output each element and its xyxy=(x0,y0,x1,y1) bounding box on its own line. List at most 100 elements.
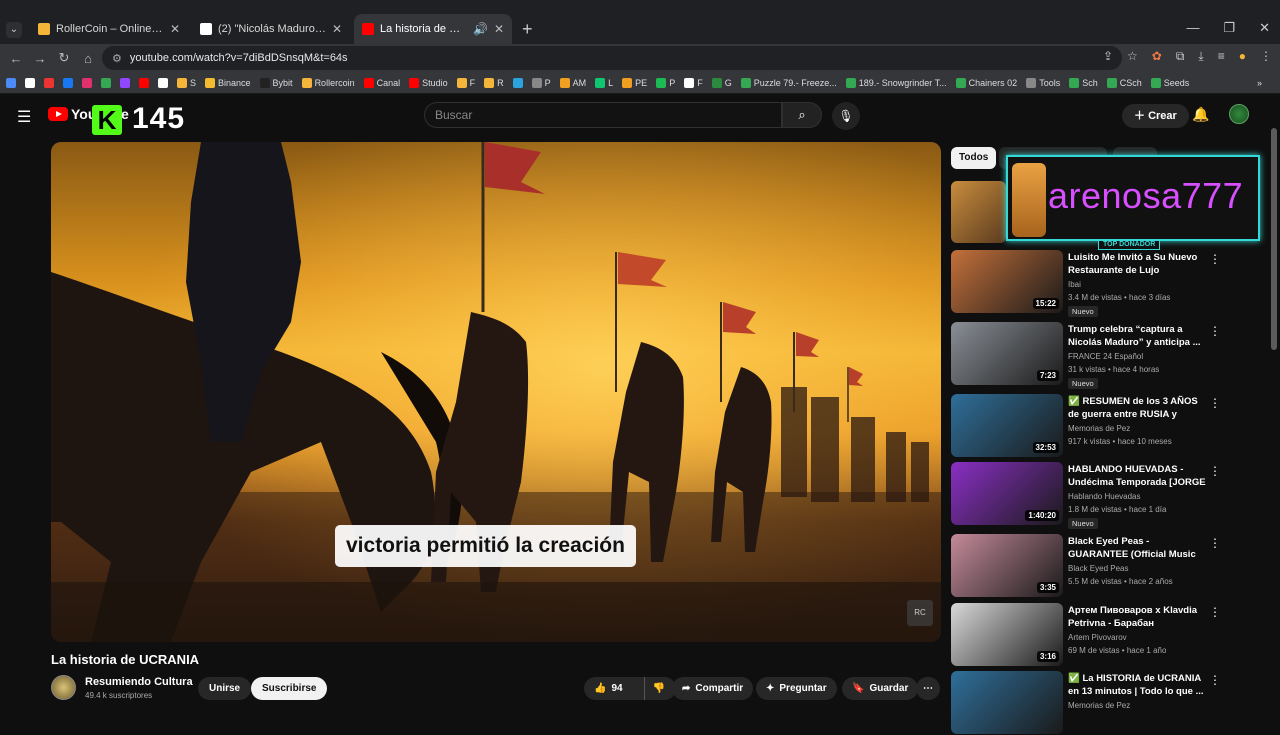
download-icon[interactable]: ⤓ xyxy=(1198,49,1203,64)
recommendation-thumbnail[interactable]: 7:23 xyxy=(951,322,1063,385)
recommendation-channel[interactable]: FRANCE 24 Español xyxy=(1068,352,1143,361)
channel-name[interactable]: Resumiendo Cultura xyxy=(85,676,193,688)
create-button[interactable]: ＋ Crear xyxy=(1122,104,1189,128)
tab-search-icon[interactable]: ⌄ xyxy=(6,22,22,38)
recommendation-thumbnail[interactable] xyxy=(951,671,1063,734)
ask-button[interactable]: ✦ Preguntar xyxy=(756,677,837,700)
recommendation-channel[interactable]: Black Eyed Peas xyxy=(1068,564,1128,573)
chip-all[interactable]: Todos xyxy=(951,147,997,169)
bookmark-item[interactable]: CSch xyxy=(1106,77,1142,88)
recommendation-thumbnail[interactable]: 32:53 xyxy=(951,394,1063,457)
more-options-icon[interactable]: ⋮ xyxy=(1209,464,1221,478)
search-input[interactable]: Buscar xyxy=(424,102,782,128)
bookmark-star-icon[interactable]: ☆ xyxy=(1127,49,1138,64)
recommendation-item[interactable]: 7:23 Trump celebra “captura a Nicolás Mad… xyxy=(951,322,1271,389)
bookmark-item[interactable] xyxy=(44,77,54,88)
recommendation-title[interactable]: Black Eyed Peas - GUARANTEE (Official Mu… xyxy=(1068,535,1206,561)
home-icon[interactable]: ⌂ xyxy=(76,51,100,66)
recommendation-title[interactable]: Артем Пивоваров x Klavdia Petrivna - Бар… xyxy=(1068,604,1206,630)
recommendation-thumbnail[interactable]: 1:40:20 xyxy=(951,462,1063,525)
tab-x-search[interactable]: (2) "Nicolás Maduro" - Search / ✕ xyxy=(192,14,350,44)
more-actions-button[interactable]: ⋯ xyxy=(916,677,940,700)
recommendation-thumbnail[interactable]: 3:35 xyxy=(951,534,1063,597)
more-options-icon[interactable]: ⋮ xyxy=(1209,605,1221,619)
new-tab-button[interactable]: + xyxy=(522,14,533,44)
recommendation-thumbnail[interactable]: 15:22 xyxy=(951,250,1063,313)
recommendation-channel[interactable]: Memorias de Pez xyxy=(1068,701,1130,710)
bookmark-item[interactable]: P xyxy=(531,77,551,88)
bookmarks-overflow-icon[interactable]: » xyxy=(1257,78,1262,88)
recommendation-channel[interactable]: Ibai xyxy=(1068,280,1081,289)
profile-icon[interactable]: ● xyxy=(1239,49,1246,64)
recommendation-channel[interactable]: Artem Pivovarov xyxy=(1068,633,1127,642)
bookmark-item[interactable] xyxy=(101,77,111,88)
tab-rollercoin[interactable]: RollerCoin – Online Bitcoin Min ✕ xyxy=(30,14,188,44)
bookmark-item[interactable] xyxy=(139,77,149,88)
puzzle-icon[interactable]: ⧉ xyxy=(1176,49,1185,64)
more-options-icon[interactable]: ⋮ xyxy=(1209,673,1221,687)
bookmark-item[interactable] xyxy=(158,77,168,88)
site-info-icon[interactable]: ⚙ xyxy=(112,52,122,65)
recommendation-item[interactable]: 1:40:20 HABLANDO HUEVADAS - Undécima Temp… xyxy=(951,462,1271,529)
channel-watermark[interactable]: RC xyxy=(907,600,933,626)
bookmark-item[interactable] xyxy=(63,77,73,88)
back-icon[interactable]: ← xyxy=(4,51,28,66)
search-button[interactable]: ⌕ xyxy=(782,102,822,128)
recommendation-item[interactable]: 3:16 Артем Пивоваров x Klavdia Petrivna -… xyxy=(951,603,1271,667)
bookmark-item[interactable]: G xyxy=(711,77,732,88)
bookmark-item[interactable]: Chainers 02 xyxy=(955,77,1017,88)
recommendation-item[interactable]: ✅ La HISTORIA de UCRANIA en 13 minutos |… xyxy=(951,671,1271,735)
hamburger-menu-icon[interactable]: ☰ xyxy=(17,107,31,127)
bookmark-item[interactable]: Studio xyxy=(409,77,448,88)
bookmark-item[interactable]: R xyxy=(484,77,504,88)
bookmark-item[interactable]: P xyxy=(656,77,675,88)
recommendation-item[interactable]: 3:35 Black Eyed Peas - GUARANTEE (Officia… xyxy=(951,534,1271,598)
minimize-icon[interactable]: — xyxy=(1186,20,1199,36)
recommendation-thumbnail[interactable]: 3:16 xyxy=(951,603,1063,666)
dislike-icon[interactable]: 👎 xyxy=(643,677,665,700)
video-player[interactable] xyxy=(51,142,941,642)
recommendation-channel[interactable]: Hablando Huevadas xyxy=(1068,492,1141,501)
reload-icon[interactable]: ↻ xyxy=(52,50,76,66)
bookmark-item[interactable]: AM xyxy=(559,77,586,88)
recommendation-title[interactable]: Luisito Me Invitó a Su Nuevo Restaurante… xyxy=(1068,251,1206,277)
menu-dots-icon[interactable]: ⋮ xyxy=(1260,49,1272,64)
like-button[interactable]: 👍 94 👎 xyxy=(584,677,676,700)
notifications-bell-icon[interactable]: 🔔 xyxy=(1192,106,1209,123)
recommendation-title[interactable]: ✅ La HISTORIA de UCRANIA en 13 minutos |… xyxy=(1068,672,1206,698)
recommendation-item[interactable]: 32:53 ✅ RESUMEN de los 3 AÑOS de guerra e… xyxy=(951,394,1271,458)
restore-icon[interactable]: ❐ xyxy=(1223,20,1235,36)
bookmark-item[interactable]: F xyxy=(684,77,703,88)
subscribe-button[interactable]: Suscribirse xyxy=(251,677,328,700)
channel-avatar[interactable] xyxy=(51,675,76,700)
bookmark-item[interactable]: L xyxy=(595,77,613,88)
bookmark-item[interactable] xyxy=(6,77,16,88)
address-bar[interactable]: ⚙ youtube.com/watch?v=7diBdDSnsqM&t=64s xyxy=(102,46,1122,70)
scrollbar[interactable] xyxy=(1271,128,1277,350)
audio-icon[interactable]: 🔊 xyxy=(473,22,488,36)
extension-icon[interactable]: ✿ xyxy=(1152,49,1162,64)
media-control-icon[interactable]: ≡ xyxy=(1218,49,1225,64)
bookmark-item[interactable]: F xyxy=(456,77,475,88)
close-tab-icon[interactable]: ✕ xyxy=(332,22,342,36)
bookmark-item[interactable]: Seeds xyxy=(1150,77,1189,88)
recommendation-thumbnail[interactable] xyxy=(951,181,1006,243)
recommendation-item[interactable]: 15:22 Luisito Me Invitó a Su Nuevo Restau… xyxy=(951,250,1271,317)
recommendation-title[interactable]: ✅ RESUMEN de los 3 AÑOS de guerra entre … xyxy=(1068,395,1206,421)
bookmark-item[interactable]: Puzzle 79.- Freeze... xyxy=(740,77,837,88)
more-options-icon[interactable]: ⋮ xyxy=(1209,252,1221,266)
close-window-icon[interactable]: ✕ xyxy=(1259,20,1270,36)
recommendation-title[interactable]: HABLANDO HUEVADAS - Undécima Temporada [… xyxy=(1068,463,1206,489)
more-options-icon[interactable]: ⋮ xyxy=(1209,396,1221,410)
close-tab-icon[interactable]: ✕ xyxy=(494,22,504,36)
forward-icon[interactable]: → xyxy=(28,51,52,66)
more-options-icon[interactable]: ⋮ xyxy=(1209,536,1221,550)
account-avatar[interactable] xyxy=(1229,104,1249,124)
bookmark-item[interactable]: S xyxy=(177,77,196,88)
tab-youtube[interactable]: La historia de UCRANIA - Yo 🔊 ✕ xyxy=(354,14,512,44)
save-button[interactable]: 🔖 Guardar xyxy=(842,677,919,700)
recommendation-channel[interactable]: Memorias de Pez xyxy=(1068,424,1130,433)
bookmark-item[interactable] xyxy=(512,77,523,88)
bookmark-item[interactable] xyxy=(120,77,130,88)
bookmark-item[interactable]: Canal xyxy=(363,77,400,88)
